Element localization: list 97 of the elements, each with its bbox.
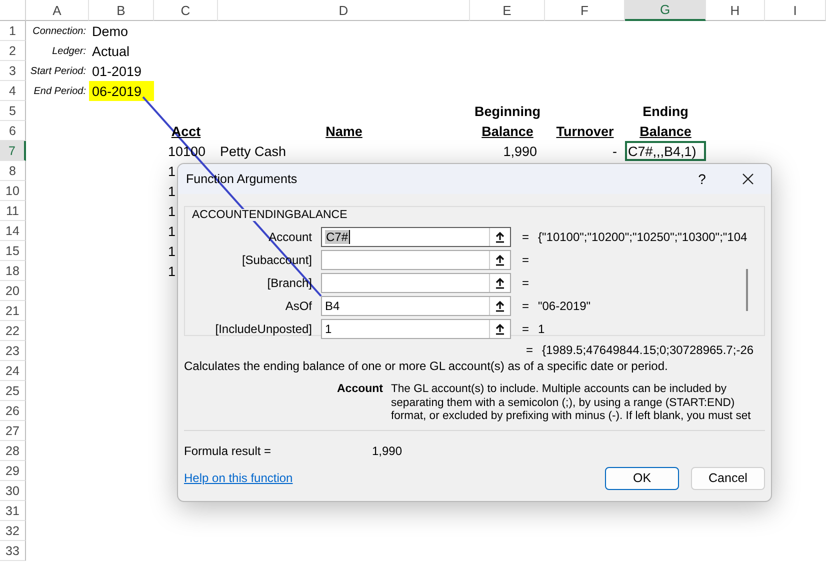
equals-sign: =: [520, 322, 530, 336]
highlighted-cell[interactable]: 06-2019: [89, 81, 154, 101]
argument-field[interactable]: C7#: [321, 227, 511, 247]
argument-label: [IncludeUnposted]: [214, 322, 313, 336]
row-header[interactable]: 23: [0, 341, 26, 361]
help-link[interactable]: Help on this function: [184, 471, 293, 485]
row-header[interactable]: 8: [0, 161, 26, 181]
row-header[interactable]: 28: [0, 441, 26, 461]
formula-result-label: Formula result =: [184, 444, 272, 458]
help-button[interactable]: ?: [679, 164, 725, 194]
active-cell[interactable]: C7#,,,B4,1): [625, 141, 706, 161]
row-header[interactable]: 33: [0, 541, 26, 561]
cell-text: End Period:: [34, 86, 86, 96]
cancel-button[interactable]: Cancel: [691, 466, 765, 490]
argument-result: "06-2019": [538, 299, 591, 313]
cell-text: 01-2019: [92, 64, 142, 78]
cell-text: 1: [168, 224, 176, 238]
argument-result: {"10100";"10200";"10250";"10300";"104: [538, 230, 748, 244]
scrollbar-thumb[interactable]: [746, 269, 748, 311]
cell-text: -: [612, 144, 617, 158]
equals-sign: =: [520, 276, 530, 290]
cell-text: 1: [168, 204, 176, 218]
cell-text: Ending: [642, 104, 688, 118]
row-header[interactable]: 10: [0, 181, 26, 201]
row-header[interactable]: 4: [0, 81, 26, 101]
row-header[interactable]: 30: [0, 481, 26, 501]
row-header[interactable]: 32: [0, 521, 26, 541]
cell-text: 1: [168, 264, 176, 278]
argument-result: 1: [538, 322, 545, 336]
column-header[interactable]: C: [154, 0, 218, 21]
upload-arrow-icon: [495, 278, 505, 288]
argument-field[interactable]: [321, 273, 511, 293]
formula-preview: {1989.5;47649844.15;0;30728965.7;-26: [542, 343, 754, 357]
column-header[interactable]: E: [470, 0, 545, 21]
column-header[interactable]: B: [89, 0, 154, 21]
cell-text: Start Period:: [30, 66, 86, 76]
row-header[interactable]: 15: [0, 241, 26, 261]
cell-text: Connection:: [32, 26, 86, 36]
cell-text: Ledger:: [52, 46, 86, 56]
row-header[interactable]: 6: [0, 121, 26, 141]
cell-text: Actual: [92, 44, 130, 58]
row-header[interactable]: 27: [0, 421, 26, 441]
ok-button[interactable]: OK: [605, 466, 679, 490]
cell-text: 06-2019: [92, 84, 142, 98]
row-header[interactable]: 26: [0, 401, 26, 421]
formula-result-value: 1,990: [372, 444, 402, 458]
equals-sign: =: [524, 343, 534, 357]
row-header[interactable]: 24: [0, 361, 26, 381]
cell-text: Petty Cash: [220, 144, 286, 158]
row-header[interactable]: 18: [0, 261, 26, 281]
upload-arrow-icon: [495, 232, 505, 242]
row-header[interactable]: 11: [0, 201, 26, 221]
cell-text: 1: [168, 164, 176, 178]
cell-text: 1: [168, 244, 176, 258]
argument-field[interactable]: 1: [321, 319, 511, 339]
upload-arrow-icon: [495, 300, 505, 312]
row-header[interactable]: 22: [0, 321, 26, 341]
column-header[interactable]: G: [625, 0, 706, 21]
function-name: ACCOUNTENDINGBALANCE: [191, 209, 348, 221]
column-header[interactable]: I: [765, 0, 826, 21]
cell-text: Demo: [92, 24, 128, 38]
close-icon: [742, 173, 754, 185]
argument-label: AsOf: [284, 299, 313, 313]
row-header[interactable]: 7: [0, 141, 26, 161]
row-header[interactable]: 20: [0, 281, 26, 301]
row-header[interactable]: 31: [0, 501, 26, 521]
argument-name: Account: [336, 383, 384, 397]
upload-arrow-icon: [495, 324, 505, 334]
cell-text: Beginning: [474, 104, 540, 118]
column-header[interactable]: H: [706, 0, 765, 21]
cell-text: 1: [168, 184, 176, 198]
equals-sign: =: [520, 299, 530, 313]
row-header[interactable]: 2: [0, 41, 26, 61]
equals-sign: =: [520, 253, 530, 267]
argument-label: Account: [268, 230, 313, 244]
argument-field[interactable]: B4: [321, 296, 511, 316]
cell-text: Name: [326, 124, 362, 138]
equals-sign: =: [520, 230, 530, 244]
column-header[interactable]: D: [218, 0, 470, 21]
row-header[interactable]: 25: [0, 381, 26, 401]
row-header[interactable]: 1: [0, 21, 26, 41]
row-header[interactable]: 29: [0, 461, 26, 481]
cell-text: 1,990: [503, 144, 537, 158]
argument-description: The GL account(s) to include. Multiple accounts can be included by separating them with a semicolon (;), by using a range (START:END) format, or excluded by prefixing with minus (-). If left blank, you must set: [391, 383, 752, 424]
row-header[interactable]: 21: [0, 301, 26, 321]
column-header[interactable]: F: [545, 0, 625, 21]
row-header[interactable]: 3: [0, 61, 26, 81]
argument-field[interactable]: [321, 250, 511, 270]
upload-arrow-icon: [495, 254, 505, 266]
function-description: Calculates the ending balance of one or more GL account(s) as of a specific date or period.: [184, 359, 669, 373]
cell-text: Balance: [640, 124, 692, 138]
row-header[interactable]: 5: [0, 101, 26, 121]
row-header[interactable]: 14: [0, 221, 26, 241]
cell-text: Balance: [482, 124, 534, 138]
cell-text: Turnover: [556, 124, 614, 138]
column-header[interactable]: A: [26, 0, 89, 21]
cell-text: C7#,,,B4,1): [628, 144, 696, 158]
